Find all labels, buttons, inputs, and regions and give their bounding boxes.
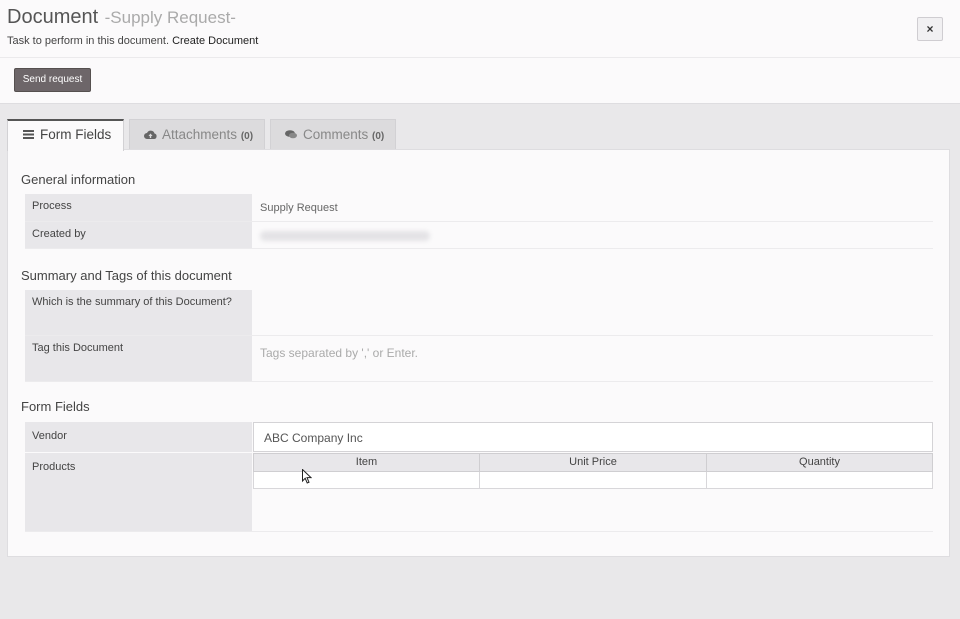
send-request-button[interactable]: Send request xyxy=(14,68,91,92)
title-row: Document -Supply Request- xyxy=(7,6,236,29)
vendor-label: Vendor xyxy=(25,422,252,452)
list-icon xyxy=(20,122,36,150)
summary-field[interactable] xyxy=(260,290,933,335)
created-by-row: Created by xyxy=(25,222,933,249)
summary-row: Which is the summary of this Document? xyxy=(25,290,933,336)
header-divider xyxy=(0,57,960,58)
products-table: Item Unit Price Quantity xyxy=(253,453,933,489)
comments-icon xyxy=(283,121,299,151)
section-general-title: General information xyxy=(21,172,136,187)
tab-label: Form Fields xyxy=(40,127,112,142)
cloud-upload-icon xyxy=(142,121,158,151)
section-summary-title: Summary and Tags of this document xyxy=(21,268,232,283)
tab-count: (0) xyxy=(240,131,254,142)
tab-label: Comments xyxy=(303,127,369,142)
mouse-pointer-icon xyxy=(302,468,313,489)
products-row: Products Item Unit Price Quantity xyxy=(25,453,933,532)
task-line: Task to perform in this document. Create… xyxy=(7,35,258,47)
process-row: Process Supply Request xyxy=(25,194,933,222)
tags-input[interactable]: Tags separated by ',' or Enter. xyxy=(260,346,418,360)
document-header: Document -Supply Request- Task to perfor… xyxy=(0,0,960,104)
tags-row: Tag this Document Tags separated by ',' … xyxy=(25,336,933,382)
tags-label: Tag this Document xyxy=(25,336,252,381)
process-label: Process xyxy=(25,194,252,221)
task-prefix: Task to perform in this document. xyxy=(7,35,170,47)
quantity-cell[interactable] xyxy=(706,472,933,489)
page-subtitle: -Supply Request- xyxy=(104,8,236,27)
created-by-value-redacted xyxy=(260,231,430,241)
process-value: Supply Request xyxy=(260,202,338,214)
column-header-unit-price: Unit Price xyxy=(479,453,707,472)
tab-count: (0) xyxy=(372,131,385,142)
vendor-input[interactable]: ABC Company Inc xyxy=(253,422,933,452)
vendor-row: Vendor ABC Company Inc xyxy=(25,422,933,452)
summary-label: Which is the summary of this Document? xyxy=(25,290,252,335)
tab-attachments[interactable]: Attachments (0) xyxy=(129,119,265,150)
products-label: Products xyxy=(25,453,252,531)
page-title: Document xyxy=(7,6,99,28)
unit-price-cell[interactable] xyxy=(479,472,707,489)
form-panel: General information Process Supply Reque… xyxy=(7,149,950,557)
column-header-item: Item xyxy=(253,453,480,472)
item-cell[interactable] xyxy=(253,472,480,489)
tab-form-fields[interactable]: Form Fields xyxy=(7,119,124,151)
section-form-title: Form Fields xyxy=(21,399,90,414)
tab-comments[interactable]: Comments (0) xyxy=(270,119,396,150)
close-button[interactable]: × xyxy=(917,17,943,41)
created-by-label: Created by xyxy=(25,222,252,248)
tab-label: Attachments xyxy=(162,127,238,142)
column-header-quantity: Quantity xyxy=(706,453,933,472)
task-name: Create Document xyxy=(172,35,259,47)
